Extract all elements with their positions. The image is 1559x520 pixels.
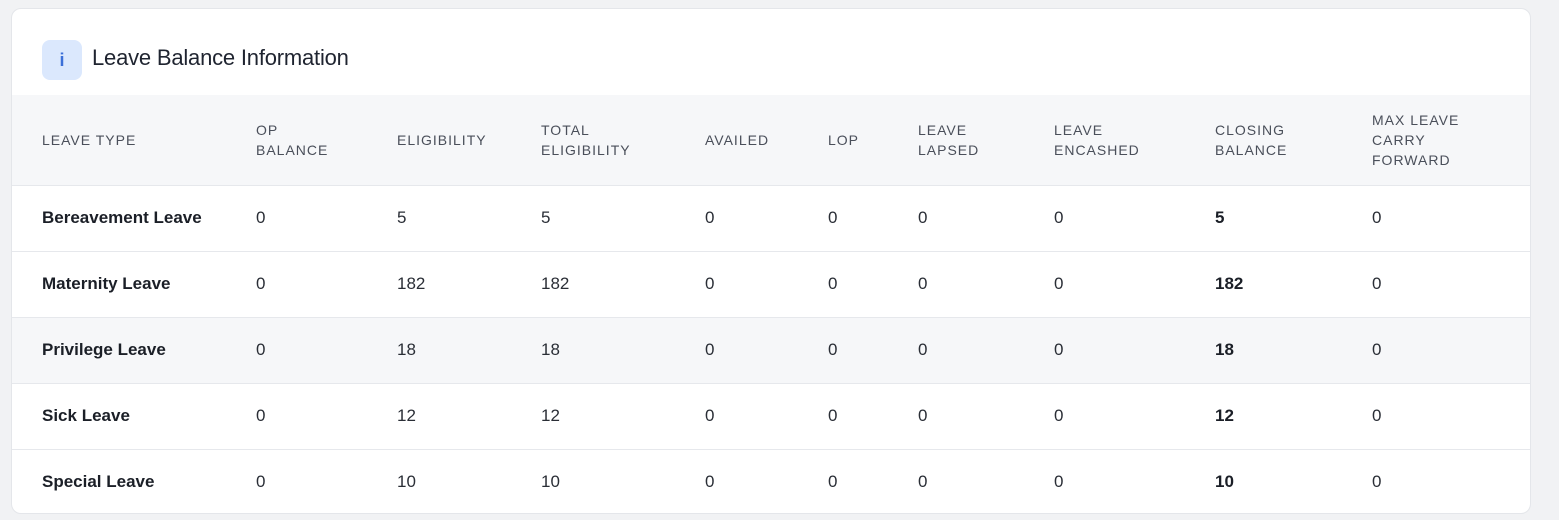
cell-leave-type: Maternity Leave: [42, 274, 171, 293]
column-header-leave-lapsed: LEAVE LAPSED: [918, 95, 1054, 185]
table-row: Privilege Leave 0 18 18 0 0 0 0 18 0: [12, 317, 1530, 383]
cell-closing-balance: 5: [1215, 208, 1225, 227]
cell-max-leave-carry-forward: 0: [1372, 340, 1382, 359]
column-header-line: MAX LEAVE: [1372, 111, 1460, 128]
cell-availed: 0: [705, 208, 715, 227]
cell-leave-lapsed: 0: [918, 340, 928, 359]
cell-eligibility: 5: [397, 208, 407, 227]
column-header-line: OP: [256, 121, 279, 138]
cell-closing-balance: 182: [1215, 274, 1244, 293]
column-header-line: BALANCE: [256, 141, 329, 158]
cell-total-eligibility: 182: [541, 274, 570, 293]
cell-closing-balance: 10: [1215, 472, 1234, 492]
cell-total-eligibility: 5: [541, 208, 551, 227]
column-header-op-balance: OP BALANCE: [256, 95, 397, 185]
cell-lop: 0: [828, 274, 838, 293]
column-header-closing-balance: CLOSING BALANCE: [1215, 95, 1372, 185]
column-header-line: AVAILED: [705, 131, 770, 148]
column-header-leave-type: LEAVE TYPE: [12, 95, 256, 185]
cell-closing-balance: 18: [1215, 340, 1234, 359]
leave-balance-table: LEAVE TYPE OP BALANCE ELIGIBILITY TOTAL ELIGI…: [12, 95, 1530, 513]
cell-max-leave-carry-forward: 0: [1372, 472, 1382, 492]
column-header-line: ELIGIBILITY: [397, 131, 487, 148]
cell-op-balance: 0: [256, 274, 266, 293]
cell-eligibility: 18: [397, 340, 416, 359]
column-header-leave-encashed: LEAVE ENCASHED: [1054, 95, 1215, 185]
column-header-total-eligibility: TOTAL ELIGIBILITY: [541, 95, 705, 185]
cell-availed: 0: [705, 472, 715, 492]
column-header-line: CLOSING: [1215, 121, 1286, 138]
table-row: Special Leave 0 10 10 0 0 0 0 10 0: [12, 449, 1530, 513]
cell-leave-type: Sick Leave: [42, 406, 130, 425]
card-title: Leave Balance Information: [92, 45, 349, 70]
info-icon-glyph: i: [59, 49, 65, 70]
table-header: LEAVE TYPE OP BALANCE ELIGIBILITY TOTAL ELIGI…: [12, 95, 1530, 185]
cell-closing-balance: 12: [1215, 406, 1234, 425]
cell-eligibility: 182: [397, 274, 426, 293]
column-header-line: FORWARD: [1372, 151, 1451, 168]
cell-availed: 0: [705, 406, 715, 425]
column-header-line: TOTAL: [541, 121, 590, 138]
cell-max-leave-carry-forward: 0: [1372, 208, 1382, 227]
column-header-line: ELIGIBILITY: [541, 141, 631, 158]
cell-op-balance: 0: [256, 340, 266, 359]
info-icon: i: [42, 40, 82, 80]
cell-eligibility: 10: [397, 472, 416, 492]
table-body: Bereavement Leave 0 5 5 0 0 0 0 5 0 Maternity Leav…: [12, 185, 1530, 513]
cell-max-leave-carry-forward: 0: [1372, 406, 1382, 425]
cell-op-balance: 0: [256, 472, 266, 492]
column-header-eligibility: ELIGIBILITY: [397, 95, 541, 185]
cell-lop: 0: [828, 472, 838, 492]
cell-leave-lapsed: 0: [918, 406, 928, 425]
column-header-line: CARRY: [1372, 131, 1426, 148]
cell-leave-type: Special Leave: [42, 472, 155, 492]
cell-lop: 0: [828, 340, 838, 359]
cell-total-eligibility: 10: [541, 472, 560, 492]
column-header-line: BALANCE: [1215, 141, 1288, 158]
cell-lop: 0: [828, 208, 838, 227]
column-header-line: LEAVE TYPE: [42, 131, 137, 148]
cell-leave-encashed: 0: [1054, 274, 1064, 293]
cell-leave-lapsed: 0: [918, 472, 928, 492]
column-header-max-leave-carry-forward: MAX LEAVE CARRY FORWARD: [1372, 95, 1530, 185]
column-header-line: LOP: [828, 131, 860, 148]
column-header-line: ENCASHED: [1054, 141, 1140, 158]
cell-op-balance: 0: [256, 406, 266, 425]
cell-total-eligibility: 18: [541, 340, 560, 359]
cell-leave-encashed: 0: [1054, 406, 1064, 425]
cell-leave-type: Bereavement Leave: [42, 208, 202, 227]
column-header-availed: AVAILED: [705, 95, 828, 185]
cell-leave-lapsed: 0: [918, 208, 928, 227]
card-header: i Leave Balance Information: [12, 9, 1530, 95]
cell-leave-type: Privilege Leave: [42, 340, 166, 359]
cell-op-balance: 0: [256, 208, 266, 227]
table-row: Sick Leave 0 12 12 0 0 0 0 12 0: [12, 383, 1530, 449]
table-row: Maternity Leave 0 182 182 0 0 0 0 182 0: [12, 251, 1530, 317]
cell-availed: 0: [705, 340, 715, 359]
cell-leave-encashed: 0: [1054, 472, 1064, 492]
table-row: Bereavement Leave 0 5 5 0 0 0 0 5 0: [12, 185, 1530, 251]
cell-leave-lapsed: 0: [918, 274, 928, 293]
column-header-line: LAPSED: [918, 141, 980, 158]
cell-total-eligibility: 12: [541, 406, 560, 425]
cell-max-leave-carry-forward: 0: [1372, 274, 1382, 293]
leave-balance-card: i Leave Balance Information LEAVE TYPE OP…: [11, 8, 1531, 514]
cell-eligibility: 12: [397, 406, 416, 425]
column-header-line: LEAVE: [1054, 121, 1104, 138]
cell-leave-encashed: 0: [1054, 208, 1064, 227]
cell-availed: 0: [705, 274, 715, 293]
column-header-line: LEAVE: [918, 121, 968, 138]
column-header-lop: LOP: [828, 95, 918, 185]
cell-lop: 0: [828, 406, 838, 425]
cell-leave-encashed: 0: [1054, 340, 1064, 359]
table-header-row: LEAVE TYPE OP BALANCE ELIGIBILITY TOTAL ELIGI…: [12, 95, 1530, 185]
